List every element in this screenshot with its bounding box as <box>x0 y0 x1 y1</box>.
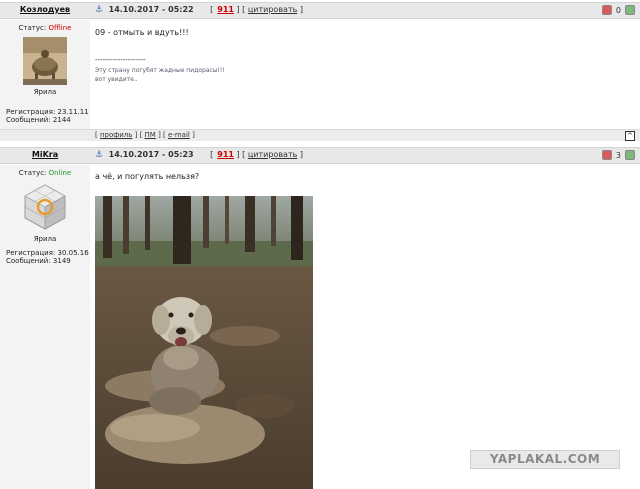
user-rank: Ярила <box>33 235 57 243</box>
rating-block: 0 <box>601 5 635 15</box>
cite-link[interactable]: цитировать <box>248 5 297 14</box>
site-watermark: YAPLAKAL.COM <box>470 450 620 469</box>
user-status: Статус: Online <box>18 169 72 177</box>
rating-block: 3 <box>601 150 635 160</box>
user-sidebar: Статус: Online Ярила Регистрация: 30.05.… <box>0 165 90 489</box>
pm-link[interactable]: ПМ <box>145 131 156 139</box>
post-image[interactable] <box>95 196 313 489</box>
post-meta: ⚓ 14.10.2017 - 05:23 [911 ] [ цитировать… <box>95 150 303 160</box>
avatar[interactable] <box>21 182 69 232</box>
registration-date: Регистрация: 23.11.11 <box>6 108 89 116</box>
author-name-link[interactable]: Козлодуев <box>0 5 90 14</box>
vote-up-icon[interactable] <box>625 150 635 160</box>
email-link[interactable]: e-mail <box>168 131 190 139</box>
post-meta: ⚓ 14.10.2017 - 05:22 [911 ] [ цитировать… <box>95 5 303 15</box>
message-count: Сообщений: 3149 <box>6 257 71 265</box>
user-stats: Регистрация: 23.11.11 Сообщений: 2144 <box>6 108 90 124</box>
post-number-link[interactable]: 911 <box>217 5 234 14</box>
rating-value: 0 <box>615 5 621 15</box>
post-footer: [ профиль ] [ ПМ ] [ e-mail ] ^ <box>0 129 640 141</box>
post-header: Козлодуев ⚓ 14.10.2017 - 05:22 [911 ] [ … <box>0 2 640 19</box>
user-rank: Ярила <box>33 88 57 96</box>
avatar[interactable] <box>23 37 67 85</box>
user-sidebar: Статус: Offline Ярила Регистрация: 23.11… <box>0 20 90 129</box>
signature-separator: -------------------- <box>95 56 146 64</box>
cite-link[interactable]: цитировать <box>248 150 297 159</box>
post-message: а чё, и погулять нельзя? <box>95 172 200 181</box>
vote-down-icon[interactable] <box>601 150 612 160</box>
user-stats: Регистрация: 30.05.16 Сообщений: 3149 <box>6 249 90 265</box>
post-number-link[interactable]: 911 <box>217 150 234 159</box>
footer-links: [ профиль ] [ ПМ ] [ e-mail ] <box>95 131 195 139</box>
signature: Эту страну погубят жадные пидорасы!!! во… <box>95 67 225 83</box>
post-message: 09 - отмыть и вдуть!!! <box>95 28 189 37</box>
profile-link[interactable]: профиль <box>100 131 132 139</box>
author-name-link[interactable]: MiKra <box>0 150 90 159</box>
post-header: MiKra ⚓ 14.10.2017 - 05:23 [911 ] [ цити… <box>0 147 640 164</box>
status-value: Online <box>48 169 72 177</box>
user-status: Статус: Offline <box>18 24 72 32</box>
post-date: 14.10.2017 - 05:23 <box>108 150 194 159</box>
status-value: Offline <box>48 24 72 32</box>
post-body: 09 - отмыть и вдуть!!! -----------------… <box>90 20 640 129</box>
registration-date: Регистрация: 30.05.16 <box>6 249 89 257</box>
rating-value: 3 <box>615 150 621 160</box>
vote-down-icon[interactable] <box>601 5 612 15</box>
anchor-icon[interactable]: ⚓ <box>95 5 103 15</box>
vote-up-icon[interactable] <box>625 5 635 15</box>
anchor-icon[interactable]: ⚓ <box>95 150 103 160</box>
post-date: 14.10.2017 - 05:22 <box>108 5 194 14</box>
scroll-up-button[interactable]: ^ <box>625 131 635 141</box>
message-count: Сообщений: 2144 <box>6 116 71 124</box>
